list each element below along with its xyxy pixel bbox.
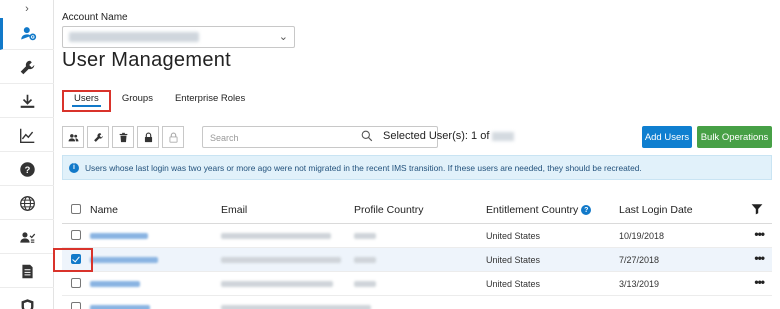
last-login-cell: 7/27/2018 — [619, 255, 660, 265]
user-tools-button[interactable] — [87, 126, 109, 148]
users-table: Name Email Profile Country Entitlement C… — [62, 196, 772, 309]
sidebar-item-security[interactable] — [0, 290, 54, 309]
column-header-email[interactable]: Email — [221, 204, 247, 216]
user-name-link-redacted[interactable] — [90, 233, 148, 239]
row-actions-menu[interactable]: ••• — [754, 227, 765, 241]
table-row[interactable]: United States 3/13/2019 ••• — [62, 272, 772, 296]
bulk-operations-button[interactable]: Bulk Operations — [697, 126, 772, 148]
sidebar-item-reports[interactable] — [0, 120, 54, 152]
svg-text:?: ? — [24, 165, 30, 175]
entitlement-country-cell: United States — [486, 231, 541, 241]
column-header-entitlement-country[interactable]: Entitlement Country? — [486, 204, 592, 216]
account-name-value-redacted — [69, 32, 199, 42]
chevron-down-icon: ⌄ — [278, 31, 288, 43]
globe-icon — [19, 196, 35, 211]
row-checkbox[interactable] — [71, 230, 81, 240]
unlock-icon — [168, 132, 178, 143]
column-header-name[interactable]: Name — [90, 204, 118, 216]
wrench-icon — [20, 60, 34, 75]
users-icon — [68, 133, 78, 141]
lock-user-button[interactable] — [137, 126, 159, 148]
entitlement-country-label: Entitlement Country — [486, 204, 579, 216]
entitlement-country-cell: United States — [486, 279, 541, 289]
user-name-link-redacted[interactable] — [90, 281, 140, 287]
select-all-checkbox[interactable] — [71, 204, 81, 214]
table-row[interactable]: United States 7/27/2018 ••• — [62, 248, 772, 272]
account-name-label: Account Name — [62, 12, 128, 23]
info-icon: i — [69, 162, 79, 173]
checkbox-highlight-annotation — [53, 248, 93, 272]
sidebar-item-tools[interactable] — [0, 52, 54, 84]
user-email-redacted — [221, 281, 333, 287]
document-icon — [21, 264, 33, 279]
trash-icon — [119, 132, 127, 142]
shield-icon — [21, 298, 33, 309]
total-users-redacted — [492, 131, 515, 141]
line-chart-icon — [19, 128, 34, 143]
help-icon[interactable]: ? — [581, 205, 592, 216]
row-checkbox[interactable] — [71, 278, 81, 288]
sidebar-item-help[interactable]: ? — [0, 154, 54, 186]
last-login-cell: 3/13/2019 — [619, 279, 660, 289]
migration-info-banner: i Users whose last login was two years o… — [62, 155, 772, 180]
row-actions-menu[interactable]: ••• — [754, 251, 765, 265]
tab-users[interactable]: Users — [62, 90, 111, 112]
account-name-select[interactable]: ⌄ — [62, 26, 295, 48]
selected-users-label: Selected User(s): 1 of — [383, 130, 490, 142]
row-checkbox[interactable] — [71, 302, 81, 309]
delete-user-button[interactable] — [112, 126, 134, 148]
filter-icon[interactable] — [751, 203, 763, 215]
tab-enterprise-roles[interactable]: Enterprise Roles — [164, 90, 256, 112]
profile-country-redacted — [354, 233, 376, 239]
user-email-redacted — [221, 233, 331, 239]
help-icon: ? — [19, 162, 35, 177]
unlock-user-button[interactable] — [162, 126, 184, 148]
add-users-button[interactable]: Add Users — [642, 126, 692, 148]
table-header: Name Email Profile Country Entitlement C… — [62, 196, 772, 224]
profile-country-redacted — [354, 281, 376, 287]
download-icon — [20, 94, 34, 108]
row-actions-menu[interactable]: ••• — [754, 275, 765, 289]
sidebar-expand-icon[interactable]: › — [0, 2, 54, 16]
column-header-last-login-date[interactable]: Last Login Date — [619, 204, 693, 216]
search-icon — [361, 130, 373, 142]
profile-country-redacted — [354, 257, 376, 263]
sidebar-item-user-review[interactable] — [0, 222, 54, 254]
user-email-redacted — [221, 257, 341, 263]
sidebar-item-user-management[interactable] — [0, 18, 54, 50]
user-name-link-redacted[interactable] — [90, 305, 150, 309]
last-login-cell: 10/19/2018 — [619, 231, 665, 241]
selected-users-count: Selected User(s): 1 of — [383, 130, 515, 142]
user-check-icon — [19, 232, 35, 243]
user-settings-icon — [21, 27, 37, 41]
table-row[interactable]: United States 10/19/2018 ••• — [62, 224, 772, 248]
lock-icon — [144, 132, 152, 142]
sidebar-item-downloads[interactable] — [0, 86, 54, 118]
entitlement-country-cell: United States — [486, 255, 541, 265]
sidebar-item-global[interactable] — [0, 188, 54, 220]
banner-text: Users whose last login was two years or … — [85, 162, 642, 173]
user-email-redacted — [221, 305, 371, 309]
toolbar: Search Selected User(s): 1 of Add Users … — [62, 126, 772, 148]
wrench-icon — [93, 132, 103, 142]
tab-groups[interactable]: Groups — [111, 90, 164, 112]
table-row-partial[interactable] — [62, 296, 772, 309]
assign-users-button[interactable] — [62, 126, 84, 148]
page-title: User Management — [62, 49, 232, 71]
user-name-link-redacted[interactable] — [90, 257, 158, 263]
column-header-profile-country[interactable]: Profile Country — [354, 204, 423, 216]
sidebar: › ? — [0, 0, 54, 309]
tab-bar: Users Groups Enterprise Roles — [62, 90, 256, 112]
sidebar-item-documents[interactable] — [0, 256, 54, 288]
